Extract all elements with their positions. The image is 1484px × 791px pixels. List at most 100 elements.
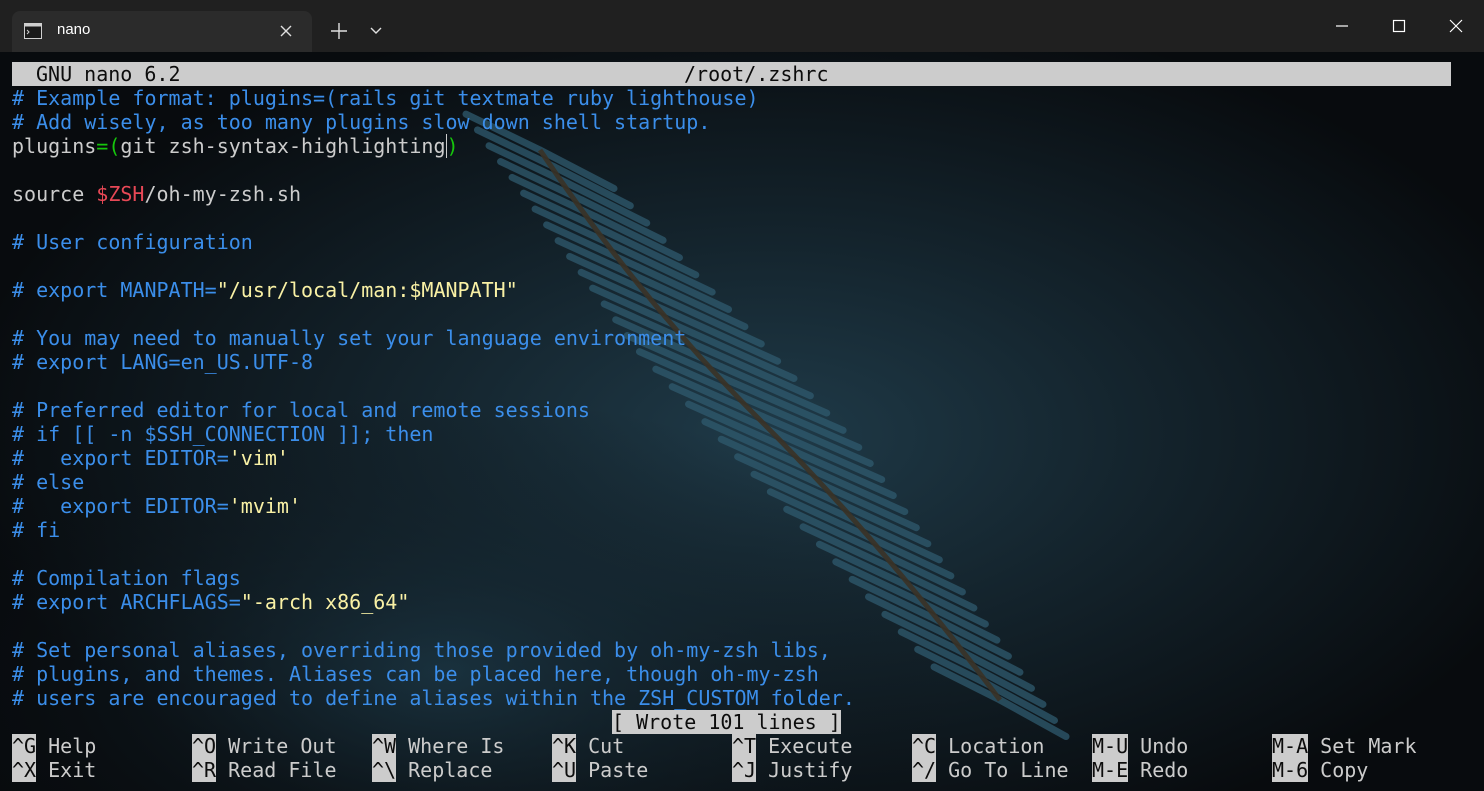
editor-line[interactable]: # if [[ -n $SSH_CONNECTION ]]; then	[12, 422, 433, 446]
plus-icon[interactable]	[329, 21, 349, 41]
code-token: # export EDITOR=	[12, 494, 229, 518]
shortcut-item: ^T Execute	[732, 734, 852, 758]
shortcut-item: ^\ Replace	[372, 758, 492, 782]
shortcut-key: M-6	[1272, 758, 1309, 782]
shortcut-key: M-U	[1092, 734, 1129, 758]
code-token: # else	[12, 470, 85, 494]
editor-line[interactable]: # export MANPATH="/usr/local/man:$MANPAT…	[12, 278, 518, 302]
shortcut-label: Read File	[216, 758, 337, 782]
chevron-down-icon[interactable]	[368, 24, 384, 38]
editor-line[interactable]: # users are encouraged to define aliases…	[12, 686, 855, 710]
shortcut-item: ^K Cut	[552, 734, 624, 758]
terminal-pane[interactable]: GNU nano 6.2 /root/.zshrc # Example form…	[0, 52, 1484, 791]
editor-line[interactable]: # export EDITOR='vim'	[12, 446, 289, 470]
code-token: =(	[96, 134, 121, 158]
code-token: # Set personal aliases, overriding those…	[12, 638, 831, 662]
code-token: source	[12, 182, 97, 206]
editor-line[interactable]: # export LANG=en_US.UTF-8	[12, 350, 313, 374]
editor-line[interactable]: # else	[12, 470, 84, 494]
editor-line[interactable]: source $ZSH/oh-my-zsh.sh	[12, 182, 301, 206]
shortcut-label: Replace	[396, 758, 493, 782]
shortcut-key: ^/	[912, 758, 937, 782]
code-token: # Compilation flags	[12, 566, 241, 590]
shortcut-label: Execute	[756, 734, 853, 758]
code-token: git zsh-syntax-highlighting	[120, 134, 446, 158]
code-token: # export ARCHFLAGS=	[12, 590, 241, 614]
code-token: )	[445, 134, 459, 158]
title-bar: nano	[0, 0, 1484, 52]
shortcut-item: ^/ Go To Line	[912, 758, 1069, 782]
code-token: "-arch x86_64"	[240, 590, 410, 614]
code-token: /oh-my-zsh.sh	[144, 182, 302, 206]
nano-filename: /root/.zshrc	[684, 62, 829, 86]
shortcut-label: Go To Line	[936, 758, 1069, 782]
editor-line[interactable]: # You may need to manually set your lang…	[12, 326, 686, 350]
code-token: # Add wisely, as too many plugins slow d…	[12, 110, 711, 134]
shortcut-item: M-E Redo	[1092, 758, 1188, 782]
shortcut-item: M-6 Copy	[1272, 758, 1368, 782]
editor-line[interactable]: # Example format: plugins=(rails git tex…	[12, 86, 759, 110]
code-token: # Preferred editor for local and remote …	[12, 398, 590, 422]
nano-version: GNU nano 6.2	[36, 62, 181, 86]
tab-title: nano	[57, 21, 91, 38]
shortcut-key: ^T	[732, 734, 757, 758]
code-token: # fi	[12, 518, 61, 542]
code-token: # if [[ -n $SSH_CONNECTION ]]; then	[12, 422, 434, 446]
shortcut-label: Write Out	[216, 734, 337, 758]
shortcut-key: ^K	[552, 734, 577, 758]
shortcut-label: Cut	[576, 734, 625, 758]
code-token: $ZSH	[96, 182, 145, 206]
editor-line[interactable]: # fi	[12, 518, 60, 542]
shortcut-item: ^X Exit	[12, 758, 96, 782]
code-token: 'vim'	[228, 446, 289, 470]
code-token: # export EDITOR=	[12, 446, 229, 470]
code-token: # plugins, and themes. Aliases can be pl…	[12, 662, 819, 686]
shortcut-label: Copy	[1308, 758, 1369, 782]
code-token: 'mvim'	[228, 494, 301, 518]
editor-line[interactable]: # Preferred editor for local and remote …	[12, 398, 590, 422]
code-token: # export LANG=en_US.UTF-8	[12, 350, 314, 374]
shortcut-label: Paste	[576, 758, 649, 782]
shortcut-label: Location	[936, 734, 1045, 758]
maximize-icon[interactable]	[1385, 12, 1413, 40]
shortcut-item: ^C Location	[912, 734, 1044, 758]
code-token: "/usr/local/man:$MANPATH"	[216, 278, 518, 302]
shortcut-item: M-A Set Mark	[1272, 734, 1417, 758]
nano-header: GNU nano 6.2 /root/.zshrc	[12, 62, 1451, 86]
code-token: # users are encouraged to define aliases…	[12, 686, 855, 710]
shortcut-key: M-E	[1092, 758, 1129, 782]
shortcut-item: ^R Read File	[192, 758, 337, 782]
shortcut-item: ^W Where Is	[372, 734, 504, 758]
code-token: # Example format: plugins=(rails git tex…	[12, 86, 759, 110]
editor-line[interactable]: # plugins, and themes. Aliases can be pl…	[12, 662, 819, 686]
code-token: # You may need to manually set your lang…	[12, 326, 687, 350]
shortcut-key: ^G	[12, 734, 37, 758]
shortcut-item: ^J Justify	[732, 758, 852, 782]
shortcut-key: ^C	[912, 734, 937, 758]
minimize-icon[interactable]	[1328, 12, 1356, 40]
editor-line[interactable]: plugins=(git zsh-syntax-highlighting)	[12, 134, 459, 158]
editor-line[interactable]: # Compilation flags	[12, 566, 241, 590]
shortcut-key: ^O	[192, 734, 217, 758]
window-close-icon[interactable]	[1442, 12, 1470, 40]
close-icon[interactable]	[278, 23, 294, 39]
terminal-icon	[24, 23, 42, 39]
shortcut-label: Set Mark	[1308, 734, 1417, 758]
code-token: plugins	[12, 134, 97, 158]
shortcut-item: M-U Undo	[1092, 734, 1188, 758]
editor-line[interactable]: # User configuration	[12, 230, 253, 254]
code-token: # export MANPATH=	[12, 278, 217, 302]
shortcut-key: ^J	[732, 758, 757, 782]
shortcut-key: ^R	[192, 758, 217, 782]
tab-nano[interactable]: nano	[12, 11, 312, 52]
shortcut-item: ^G Help	[12, 734, 96, 758]
shortcut-key: ^X	[12, 758, 37, 782]
shortcut-key: ^\	[372, 758, 397, 782]
shortcut-label: Redo	[1128, 758, 1189, 782]
editor-line[interactable]: # Add wisely, as too many plugins slow d…	[12, 110, 710, 134]
editor-line[interactable]: # export ARCHFLAGS="-arch x86_64"	[12, 590, 409, 614]
shortcut-item: ^O Write Out	[192, 734, 337, 758]
editor-line[interactable]: # export EDITOR='mvim'	[12, 494, 301, 518]
editor-line[interactable]: # Set personal aliases, overriding those…	[12, 638, 831, 662]
shortcut-item: ^U Paste	[552, 758, 648, 782]
